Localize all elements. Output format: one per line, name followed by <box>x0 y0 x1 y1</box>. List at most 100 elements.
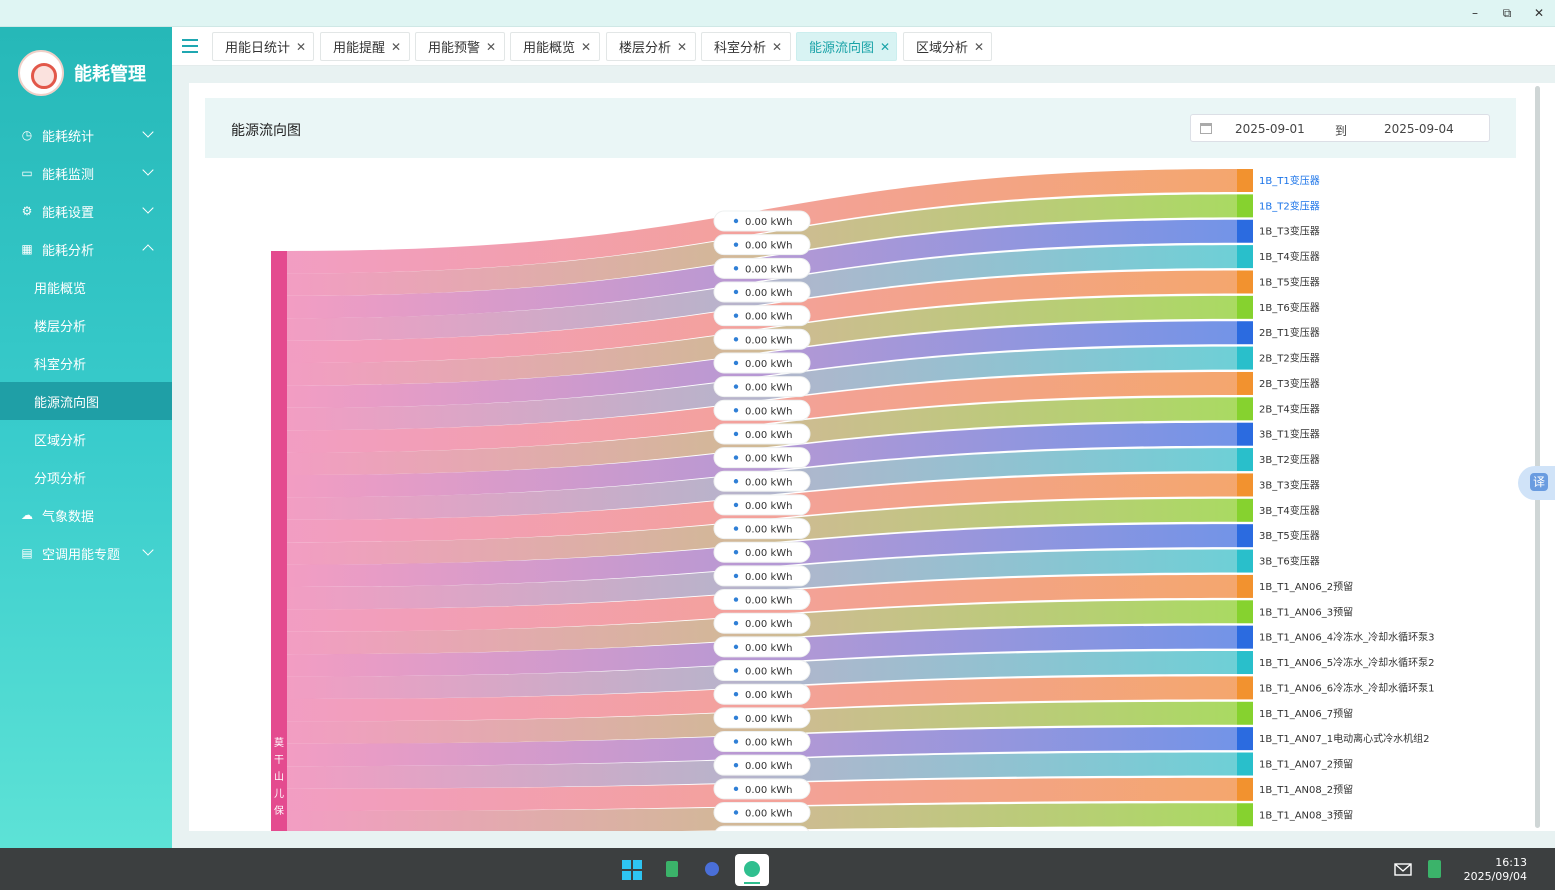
sankey-target-node[interactable] <box>1237 777 1253 801</box>
sankey-target-node[interactable] <box>1237 270 1253 294</box>
sidebar-subitem-department[interactable]: 科室分析 <box>0 344 172 382</box>
tab-daily-stats[interactable]: 用能日统计 ✕ <box>212 32 314 61</box>
sankey-target-node[interactable] <box>1237 219 1253 243</box>
sankey-target-node[interactable] <box>1237 473 1253 497</box>
sankey-target-node[interactable] <box>1237 625 1253 649</box>
sankey-target-node[interactable] <box>1237 295 1253 319</box>
sankey-value-badge: 0.00 kWh <box>713 470 811 492</box>
sankey-target-label: 1B_T1_AN08_3预留 <box>1259 808 1353 821</box>
tray-app-icon[interactable] <box>1418 854 1452 886</box>
sidebar-subitem-floor[interactable]: 楼层分析 <box>0 306 172 344</box>
monitor-icon: ▭ <box>21 166 33 180</box>
gear-icon: ⚙ <box>21 204 33 218</box>
svg-text:0.00 kWh: 0.00 kWh <box>745 217 792 228</box>
close-icon[interactable]: ✕ <box>581 40 591 54</box>
sidebar-item-label: 能耗统计 <box>42 129 95 145</box>
sankey-value-badge: 0.00 kWh <box>713 683 811 705</box>
sankey-value-badge: 0.00 kWh <box>714 825 810 831</box>
sidebar-item-energy-analysis[interactable]: ▦ 能耗分析 <box>0 230 172 268</box>
clock-time: 16:13 <box>1495 856 1527 869</box>
sankey-target-node[interactable] <box>1237 448 1253 472</box>
sankey-target-node[interactable] <box>1237 169 1253 192</box>
sidebar-item-energy-stats[interactable]: ◷ 能耗统计 <box>0 116 172 154</box>
tab-region[interactable]: 区域分析 ✕ <box>903 32 992 61</box>
sankey-target-node[interactable] <box>1237 524 1253 548</box>
date-range-picker[interactable]: 2025-09-01 到 2025-09-04 <box>1190 114 1490 142</box>
tab-energy-flow[interactable]: 能源流向图 ✕ <box>796 32 897 61</box>
close-icon[interactable]: ✕ <box>974 40 984 54</box>
scrollbar-thumb[interactable] <box>1535 86 1540 828</box>
sidebar-item-energy-settings[interactable]: ⚙ 能耗设置 <box>0 192 172 230</box>
sankey-target-node[interactable] <box>1237 701 1253 725</box>
date-end-input[interactable]: 2025-09-04 <box>1384 122 1454 136</box>
sankey-target-node[interactable] <box>1237 346 1253 370</box>
sankey-target-node[interactable] <box>1237 651 1253 675</box>
close-icon[interactable]: ✕ <box>772 40 782 54</box>
sankey-source-label: 儿 <box>274 788 284 800</box>
mail-icon[interactable] <box>1386 854 1420 886</box>
sankey-target-node[interactable] <box>1237 549 1253 573</box>
sankey-target-label: 3B_T1变压器 <box>1259 428 1320 441</box>
close-button[interactable]: ✕ <box>1524 3 1554 23</box>
tab-reminder[interactable]: 用能提醒 ✕ <box>320 32 410 61</box>
minimize-button[interactable]: – <box>1460 3 1490 23</box>
sidebar-item-weather[interactable]: ☁ 气象数据 <box>0 496 172 534</box>
tab-overview[interactable]: 用能概览 ✕ <box>510 32 600 61</box>
sankey-target-label: 1B_T2变压器 <box>1259 199 1320 212</box>
sidebar-item-hvac[interactable]: ▤ 空调用能专题 <box>0 534 172 572</box>
page-title: 能源流向图 <box>231 123 301 139</box>
tab-label: 用能日统计 <box>225 41 291 56</box>
sankey-target-node[interactable] <box>1237 397 1253 421</box>
svg-text:0.00 kWh: 0.00 kWh <box>745 430 792 441</box>
sankey-target-node[interactable] <box>1237 574 1253 598</box>
sidebar-item-energy-monitor[interactable]: ▭ 能耗监测 <box>0 154 172 192</box>
translate-icon: 译 <box>1530 473 1548 491</box>
sankey-target-node[interactable] <box>1237 194 1253 218</box>
sankey-target-node[interactable] <box>1237 752 1253 776</box>
sankey-target-label: 1B_T1_AN06_6冷冻水_冷却水循环泵1 <box>1259 681 1434 694</box>
close-icon[interactable]: ✕ <box>391 40 401 54</box>
sankey-value-badge: 0.00 kWh <box>713 754 811 776</box>
panel-header: 能源流向图 2025-09-01 到 2025-09-04 <box>205 98 1516 158</box>
sidebar-subitem-energy-flow[interactable]: 能源流向图 <box>0 382 172 420</box>
app-blue-icon[interactable] <box>695 854 729 886</box>
sankey-target-node[interactable] <box>1237 245 1253 269</box>
sankey-value-badge: 0.00 kWh <box>713 281 811 303</box>
date-start-input[interactable]: 2025-09-01 <box>1235 122 1305 136</box>
sankey-target-node[interactable] <box>1237 422 1253 446</box>
close-icon[interactable]: ✕ <box>677 40 687 54</box>
chevron-down-icon <box>142 126 154 138</box>
tab-department[interactable]: 科室分析 ✕ <box>701 32 791 61</box>
app-energy-icon[interactable] <box>735 854 769 886</box>
sankey-target-node[interactable] <box>1237 803 1253 827</box>
svg-text:0.00 kWh: 0.00 kWh <box>745 525 792 536</box>
svg-text:0.00 kWh: 0.00 kWh <box>745 335 792 346</box>
translate-button[interactable]: 译 <box>1518 466 1555 500</box>
close-icon[interactable]: ✕ <box>880 40 890 54</box>
restore-button[interactable]: ⧉ <box>1492 3 1522 23</box>
close-icon[interactable]: ✕ <box>486 40 496 54</box>
sankey-target-label: 3B_T3变压器 <box>1259 478 1320 491</box>
svg-text:0.00 kWh: 0.00 kWh <box>745 359 792 370</box>
brand-title: 能耗管理 <box>74 64 146 85</box>
app-green-icon[interactable] <box>655 854 689 886</box>
sidebar-subitem-itemized[interactable]: 分项分析 <box>0 458 172 496</box>
tab-warning[interactable]: 用能预警 ✕ <box>415 32 505 61</box>
tab-label: 用能预警 <box>428 41 481 56</box>
sankey-target-label: 1B_T1_AN08_2预留 <box>1259 783 1353 796</box>
sankey-target-node[interactable] <box>1237 371 1253 395</box>
tab-floor[interactable]: 楼层分析 ✕ <box>606 32 696 61</box>
close-icon[interactable]: ✕ <box>296 40 306 54</box>
sankey-target-node[interactable] <box>1237 727 1253 751</box>
start-icon[interactable] <box>615 854 649 886</box>
sankey-target-node[interactable] <box>1237 600 1253 624</box>
sankey-value-badge: 0.00 kWh <box>713 328 811 350</box>
svg-text:0.00 kWh: 0.00 kWh <box>745 690 792 701</box>
sidebar-subitem-overview[interactable]: 用能概览 <box>0 268 172 306</box>
sankey-value-badge: 0.00 kWh <box>713 234 811 256</box>
sankey-target-node[interactable] <box>1237 676 1253 700</box>
menu-toggle-icon[interactable] <box>182 39 198 53</box>
sankey-target-node[interactable] <box>1237 498 1253 522</box>
sidebar-subitem-region[interactable]: 区域分析 <box>0 420 172 458</box>
sankey-target-node[interactable] <box>1237 321 1253 345</box>
